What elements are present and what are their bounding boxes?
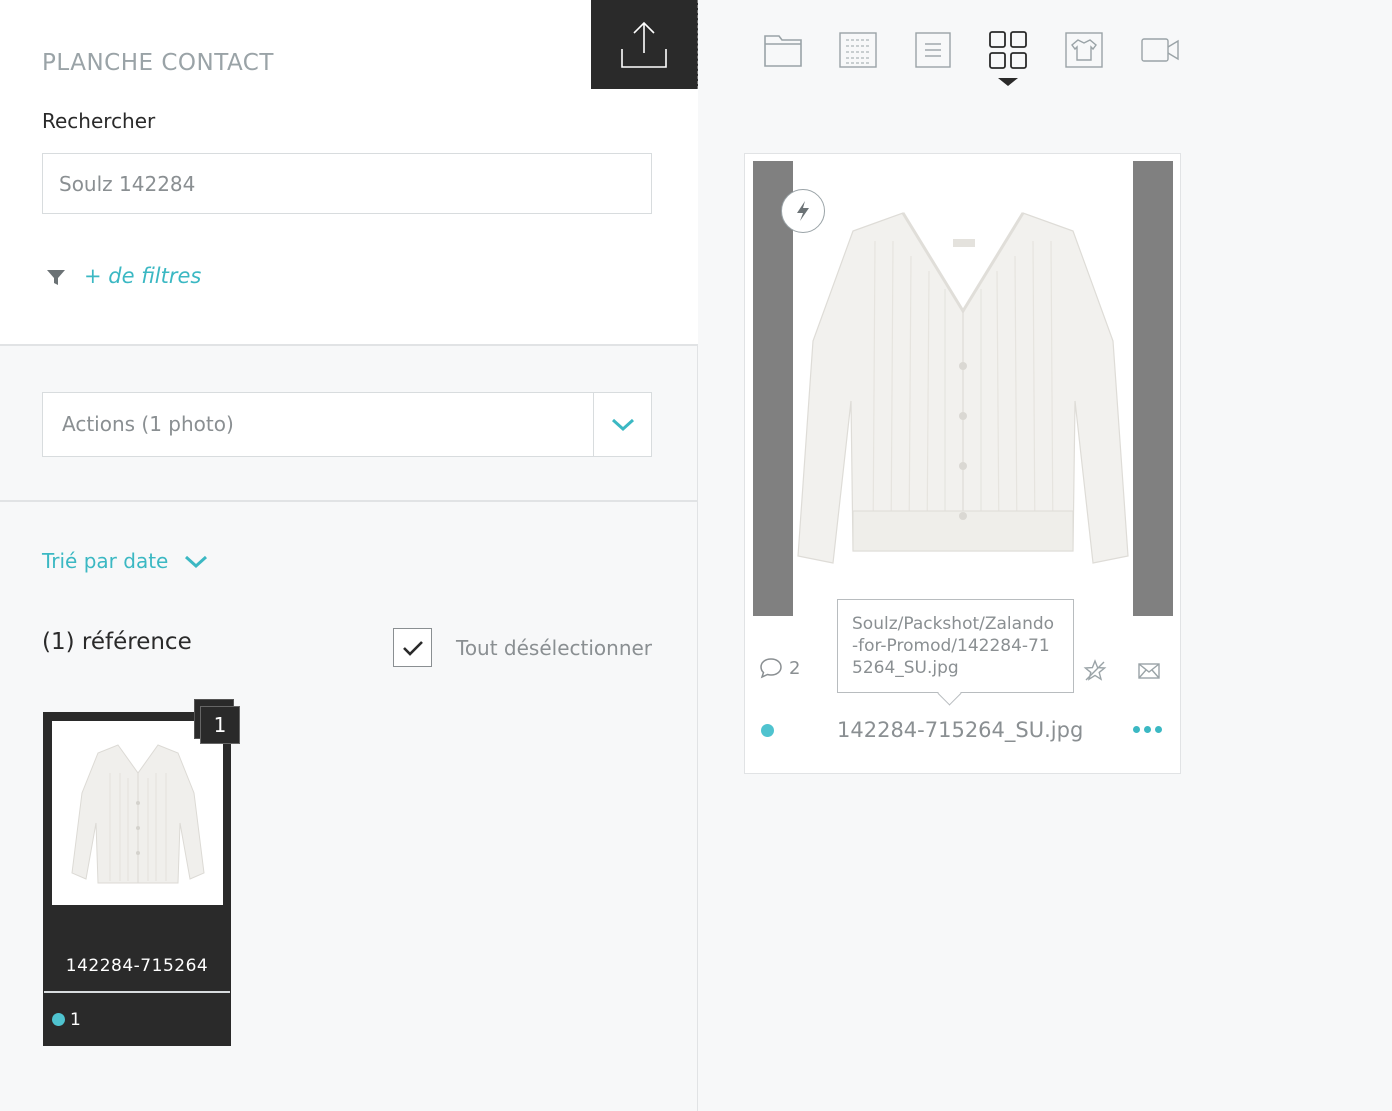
- folder-icon[interactable]: [763, 30, 803, 70]
- flash-icon[interactable]: [781, 189, 825, 233]
- lightning-icon: [797, 201, 809, 221]
- search-label: Rechercher: [42, 109, 156, 133]
- upload-button[interactable]: [591, 0, 698, 89]
- status-dot: [761, 724, 774, 737]
- reference-name: 142284-715264: [65, 956, 209, 976]
- comment-icon: [760, 658, 782, 679]
- grid-list-icon[interactable]: [838, 30, 878, 70]
- grid-icon[interactable]: [988, 30, 1028, 70]
- actions-label: Actions (1 photo): [62, 412, 234, 436]
- active-view-indicator: [998, 78, 1018, 86]
- photo-count-badge: 1: [200, 706, 240, 744]
- photo-filename: 142284-715264_SU.jpg: [837, 718, 1084, 742]
- status-count: 1: [70, 1010, 81, 1030]
- photo-preview: [753, 161, 1173, 616]
- more-dot-icon: [1133, 726, 1140, 733]
- cardigan-image: [797, 212, 1129, 564]
- section-divider: [0, 500, 698, 502]
- mail-icon[interactable]: [1137, 660, 1161, 682]
- shirt-icon[interactable]: [1064, 30, 1104, 70]
- status-dot: [52, 1013, 65, 1026]
- reference-count: (1) référence: [42, 629, 192, 655]
- comment-count: 2: [789, 657, 801, 679]
- letterbox-bar-left: [753, 161, 793, 616]
- select-all-checkbox[interactable]: [393, 628, 432, 667]
- checkmark-icon: [402, 640, 423, 656]
- upload-icon: [621, 21, 667, 68]
- chevron-down-icon: [611, 418, 634, 431]
- photo-card[interactable]: 2 Soulz/Packshot/Zalando-for-Promod/1422…: [744, 153, 1181, 774]
- reference-card[interactable]: 1 142284-715264 1: [43, 699, 240, 1046]
- reference-thumbnail: [52, 721, 223, 905]
- more-dot-icon: [1144, 726, 1151, 733]
- search-section: PLANCHE CONTACT Rechercher + de filtres: [0, 0, 698, 346]
- more-dot-icon: [1155, 726, 1162, 733]
- view-switcher: [760, 30, 1190, 90]
- sort-dropdown[interactable]: Trié par date: [42, 549, 208, 573]
- more-options-button[interactable]: [1133, 726, 1162, 733]
- more-filters-link[interactable]: + de filtres: [84, 264, 201, 288]
- star-add-icon[interactable]: [1083, 659, 1107, 683]
- actions-dropdown[interactable]: Actions (1 photo): [42, 392, 652, 457]
- sort-label: Trié par date: [42, 549, 169, 573]
- deselect-all-label[interactable]: Tout désélectionner: [456, 636, 652, 660]
- reference-card-separator: [44, 991, 230, 993]
- cardigan-image: [70, 744, 205, 884]
- panel-title: PLANCHE CONTACT: [42, 50, 274, 76]
- list-icon[interactable]: [913, 30, 953, 70]
- filter-icon[interactable]: [46, 268, 66, 288]
- actions-dropdown-toggle[interactable]: [593, 393, 651, 456]
- comments-button[interactable]: 2: [759, 657, 800, 679]
- chevron-down-icon: [185, 555, 208, 569]
- left-panel: PLANCHE CONTACT Rechercher + de filtres …: [0, 0, 698, 1111]
- video-icon[interactable]: [1140, 30, 1180, 70]
- letterbox-bar-right: [1133, 161, 1173, 616]
- file-path-tooltip: Soulz/Packshot/Zalando-for-Promod/142284…: [837, 599, 1074, 693]
- search-input[interactable]: [42, 153, 652, 214]
